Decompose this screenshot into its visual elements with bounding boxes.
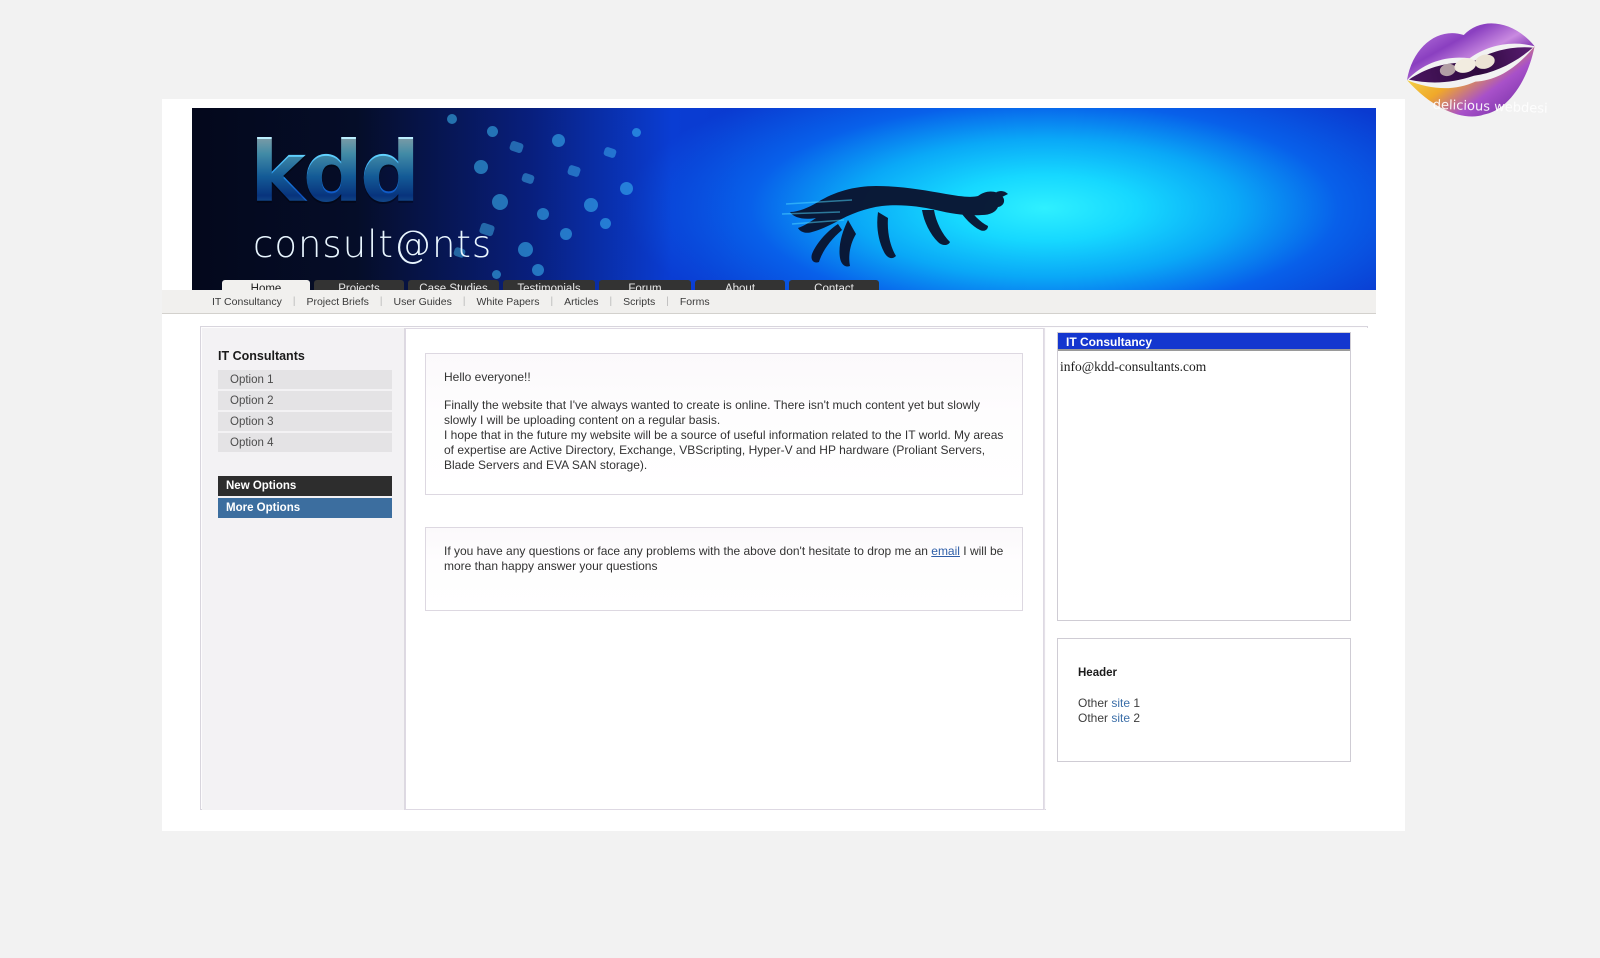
nav-tab-about[interactable]: About — [695, 280, 785, 290]
other-site-2-suffix: 2 — [1130, 711, 1141, 725]
questions-text-before: If you have any questions or face any pr… — [444, 544, 932, 558]
subnav-separator: | — [379, 296, 383, 307]
other-sites-list[interactable]: Other site 1 Other site 2 — [1078, 696, 1350, 726]
it-consultancy-panel-title: IT Consultancy — [1058, 333, 1350, 351]
page-container: kdd consult@nts Home Projects Case Studi… — [162, 99, 1405, 831]
welcome-greeting: Hello everyone!! — [444, 370, 531, 384]
contact-email: info@kdd-consultants.com — [1060, 359, 1207, 374]
content-frame: IT Consultants Option 1 Option 2 Option … — [200, 326, 1368, 810]
welcome-note-body: Hello everyone!! Finally the website tha… — [426, 354, 1022, 473]
site-banner: kdd consult@nts Home Projects Case Studi… — [192, 108, 1376, 290]
welcome-paragraph-2: I hope that in the future my website wil… — [444, 428, 1004, 472]
nav-tab-case-studies[interactable]: Case Studies — [408, 280, 499, 290]
header-links-panel: Header Other site 1 Other site 2 — [1057, 638, 1351, 762]
subnav-item-scripts[interactable]: Scripts — [623, 296, 655, 308]
sidebar-item-option-3[interactable]: Option 3 — [218, 412, 392, 433]
nav-tab-forum[interactable]: Forum — [599, 280, 691, 290]
it-consultancy-panel: IT Consultancy info@kdd-consultants.com — [1057, 332, 1351, 621]
nav-tab-testimonials[interactable]: Testimonials — [503, 280, 595, 290]
watermark-text: delicious webdesign — [1433, 98, 1548, 118]
list-item: Other site 1 — [1078, 696, 1350, 711]
subnav-separator: | — [609, 296, 613, 307]
other-site-1-link[interactable]: site — [1111, 696, 1130, 710]
other-site-1-suffix: 1 — [1130, 696, 1141, 710]
sidebar-more-options-bar[interactable]: More Options — [218, 498, 392, 518]
other-site-1-prefix: Other — [1078, 696, 1112, 710]
sidebar-option-list[interactable]: Option 1 Option 2 Option 3 Option 4 — [218, 370, 392, 454]
main-content-inner: Hello everyone!! Finally the website tha… — [405, 328, 1044, 810]
subnav-item-articles[interactable]: Articles — [564, 296, 598, 308]
subnav-item-forms[interactable]: Forms — [680, 296, 710, 308]
subnav-separator: | — [292, 296, 296, 307]
sub-navigation[interactable]: IT Consultancy | Project Briefs | User G… — [162, 290, 1376, 314]
main-content-column: Hello everyone!! Finally the website tha… — [405, 328, 1045, 810]
main-navigation[interactable]: Home Projects Case Studies Testimonials … — [222, 280, 879, 290]
nav-tab-contact[interactable]: Contact — [789, 280, 879, 290]
watermark-logo: delicious webdesign — [1396, 6, 1564, 126]
list-item: Other site 2 — [1078, 711, 1350, 726]
questions-note-body: If you have any questions or face any pr… — [426, 528, 1022, 574]
sidebar-title: IT Consultants — [218, 349, 305, 363]
right-sidebar: IT Consultancy info@kdd-consultants.com … — [1046, 328, 1368, 810]
lips-icon: delicious webdesign — [1406, 23, 1564, 118]
subnav-item-it-consultancy[interactable]: IT Consultancy — [212, 296, 282, 308]
sidebar-item-option-1[interactable]: Option 1 — [218, 370, 392, 391]
nav-tab-home[interactable]: Home — [222, 280, 310, 290]
header-panel-title: Header — [1078, 667, 1117, 679]
header-panel-inner: Header Other site 1 Other site 2 — [1058, 639, 1350, 726]
subnav-separator: | — [550, 296, 554, 307]
sidebar-item-option-4[interactable]: Option 4 — [218, 433, 392, 454]
other-site-2-prefix: Other — [1078, 711, 1112, 725]
left-sidebar: IT Consultants Option 1 Option 2 Option … — [202, 328, 405, 810]
questions-note-box: If you have any questions or face any pr… — [425, 527, 1023, 611]
subnav-separator: | — [462, 296, 466, 307]
welcome-note-box: Hello everyone!! Finally the website tha… — [425, 353, 1023, 495]
nav-tab-projects[interactable]: Projects — [314, 280, 404, 290]
subnav-item-white-papers[interactable]: White Papers — [476, 296, 539, 308]
subnav-separator: | — [666, 296, 669, 307]
welcome-paragraph-1: Finally the website that I've always wan… — [444, 398, 980, 427]
logo-text-kdd: kdd — [250, 123, 420, 221]
other-site-2-link[interactable]: site — [1111, 711, 1130, 725]
sidebar-item-option-2[interactable]: Option 2 — [218, 391, 392, 412]
email-link[interactable]: email — [931, 544, 960, 558]
questions-paragraph: If you have any questions or face any pr… — [444, 544, 1004, 574]
running-cheetah-icon — [782, 186, 1008, 267]
sidebar-new-options-bar[interactable]: New Options — [218, 476, 392, 496]
subnav-item-user-guides[interactable]: User Guides — [394, 296, 452, 308]
logo-text-consultants: consult@nts — [253, 223, 493, 266]
subnav-item-project-briefs[interactable]: Project Briefs — [306, 296, 368, 308]
